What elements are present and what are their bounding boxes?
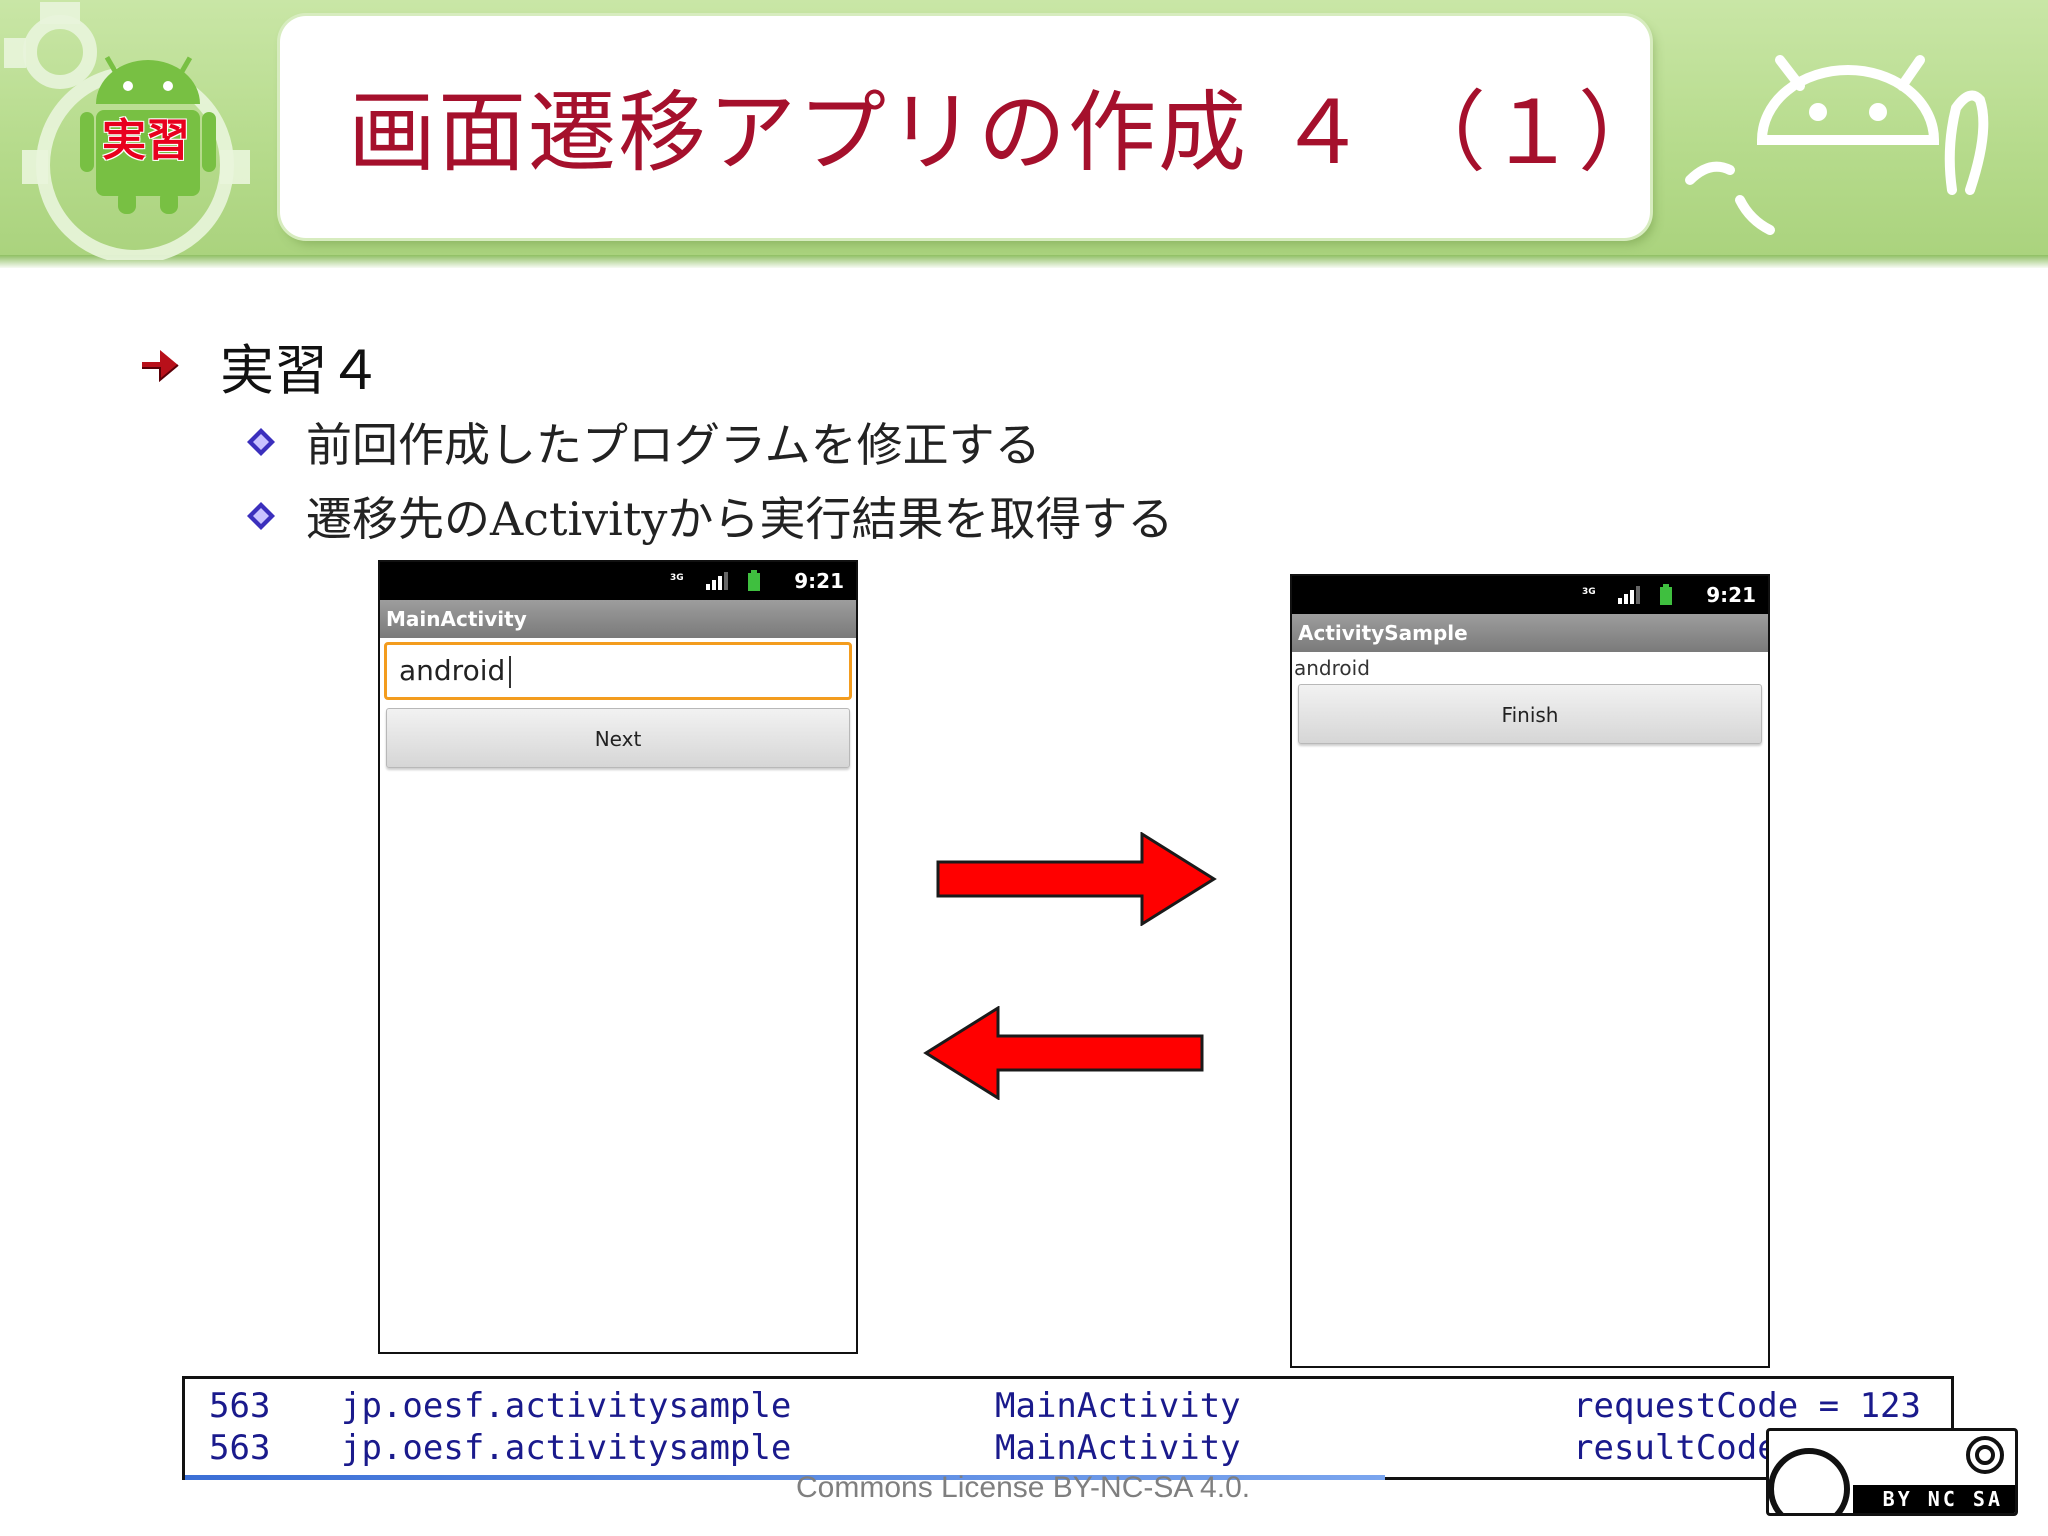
received-text: android — [1294, 656, 1370, 680]
logcat-output: 563 jp.oesf.activitysample MainActivity … — [182, 1376, 1954, 1480]
cc-license-badge: BY NC SA — [1766, 1428, 2018, 1516]
diamond-bullet-icon — [247, 502, 275, 530]
cc-by-person-icon — [1966, 1436, 2004, 1474]
logcat-package: jp.oesf.activitysample — [341, 1386, 792, 1426]
finish-button[interactable]: Finish — [1298, 684, 1762, 744]
status-bar: 3G 9:21 — [380, 562, 856, 600]
logcat-row: 563 jp.oesf.activitysample MainActivity … — [185, 1427, 1951, 1469]
logcat-tag: MainActivity — [995, 1428, 1241, 1468]
app-title-bar: ActivitySample — [1292, 614, 1768, 652]
status-time: 9:21 — [1706, 583, 1756, 607]
sub-bullet: 前回作成したプログラムを修正する — [246, 412, 1041, 472]
cc-badge-strip: BY NC SA — [1853, 1485, 2015, 1513]
logcat-pid: 563 — [209, 1386, 271, 1426]
status-bar: 3G 9:21 — [1292, 576, 1768, 614]
status-icons: 3G — [1582, 584, 1672, 605]
diamond-bullet-icon — [247, 428, 275, 456]
text-caret — [509, 656, 512, 688]
phone-main-activity: 3G 9:21 MainActivity android Next — [378, 560, 858, 1354]
back-arrow-icon — [923, 1006, 1204, 1100]
logcat-tag: MainActivity — [995, 1386, 1241, 1426]
forward-arrow-icon — [936, 832, 1217, 926]
sub-bullet-label: 遷移先のActivityから実行結果を取得する — [306, 492, 1174, 546]
status-icons: 3G — [670, 570, 760, 591]
license-footer: Commons License BY-NC-SA 4.0. — [796, 1471, 1251, 1504]
svg-text:3G: 3G — [670, 573, 684, 583]
jisshu-badge: 実習 — [102, 115, 190, 166]
android-outline-icon — [1685, 55, 1989, 235]
main-bullet-label: 実習４ — [220, 338, 382, 402]
red-arrow-bullet-icon — [142, 350, 179, 382]
logcat-row: 563 jp.oesf.activitysample MainActivity … — [185, 1385, 1951, 1427]
app-title-bar: MainActivity — [380, 600, 856, 638]
text-input-value: android — [399, 654, 506, 687]
sub-bullet-label: 前回作成したプログラムを修正する — [306, 418, 1041, 472]
logcat-message: requestCode = 123 — [1573, 1386, 1921, 1426]
main-bullet: 実習４ — [142, 330, 382, 402]
slide-title: 画面遷移アプリの作成 ４ （１） — [348, 81, 1668, 184]
status-time: 9:21 — [794, 569, 844, 593]
sub-bullet: 遷移先のActivityから実行結果を取得する — [246, 486, 1173, 546]
svg-text:3G: 3G — [1582, 587, 1596, 597]
next-button[interactable]: Next — [386, 708, 850, 768]
slide-header: 実習 画面遷移アプリの作成 ４ （１） — [0, 0, 2048, 268]
cc-logo-icon — [1769, 1448, 1850, 1513]
phone-activity-sample: 3G 9:21 ActivitySample android Finish — [1290, 574, 1770, 1368]
header-shadow — [0, 255, 2048, 268]
text-input[interactable]: android — [384, 642, 852, 700]
logcat-pid: 563 — [209, 1428, 271, 1468]
logcat-package: jp.oesf.activitysample — [341, 1428, 792, 1468]
